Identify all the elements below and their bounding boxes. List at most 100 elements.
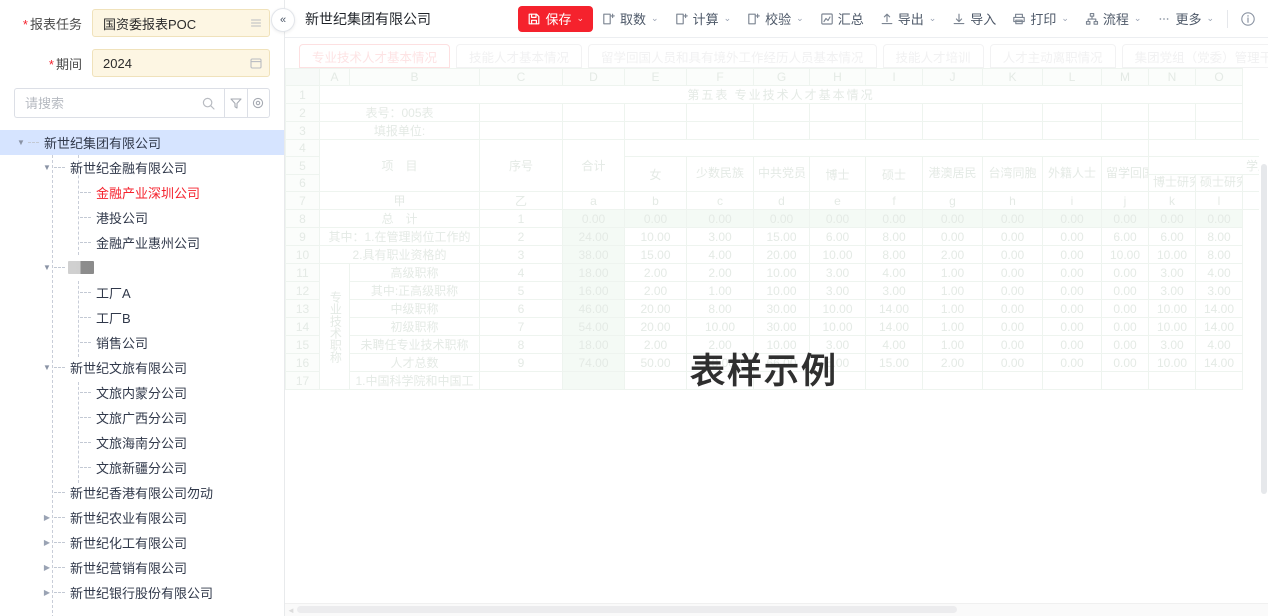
value-cell[interactable]: 2.00 — [624, 335, 687, 354]
value-cell[interactable]: 2.00 — [686, 335, 754, 354]
value-cell[interactable] — [922, 371, 983, 390]
sheet-tab[interactable]: 专业技术人才基本情况 — [299, 44, 451, 68]
item-label-cell[interactable]: 高级职称 — [349, 263, 480, 282]
value-cell[interactable]: 8.00 — [865, 245, 923, 264]
value-cell[interactable] — [809, 371, 866, 390]
item-label-cell[interactable]: 人才总数 — [349, 353, 480, 372]
grid-cell[interactable] — [1148, 103, 1196, 122]
value-cell[interactable]: 2.00 — [922, 353, 983, 372]
value-cell[interactable]: 0.00 — [1042, 245, 1102, 264]
tree-node[interactable]: 金融产业深圳公司 — [0, 180, 284, 205]
letter-cell-2[interactable]: a — [562, 191, 625, 210]
grid-cell[interactable] — [982, 103, 1043, 122]
toolbar-button-flow[interactable]: 流程 ⌄ — [1078, 6, 1149, 32]
letter-cell-11[interactable]: j — [1101, 191, 1149, 210]
grid-cell[interactable] — [624, 121, 687, 140]
column-header-L[interactable]: L — [1042, 68, 1102, 86]
value-cell[interactable]: 10.00 — [1148, 245, 1196, 264]
search-icon[interactable] — [201, 96, 216, 111]
value-cell[interactable]: 0.00 — [1042, 299, 1102, 318]
value-cell[interactable] — [982, 371, 1043, 390]
collapse-sidebar-button[interactable]: « — [271, 8, 295, 32]
value-cell[interactable]: 0.00 — [1042, 263, 1102, 282]
value-cell[interactable]: 2.00 — [922, 245, 983, 264]
column-header-O[interactable]: O — [1195, 68, 1243, 86]
chevron-right-icon[interactable] — [40, 530, 54, 555]
value-cell[interactable] — [1101, 371, 1149, 390]
value-cell[interactable]: 14.00 — [1195, 299, 1243, 318]
grid-cell[interactable] — [686, 103, 754, 122]
grid-cell[interactable] — [809, 121, 866, 140]
value-cell[interactable]: 0.00 — [982, 335, 1043, 354]
value-cell[interactable] — [624, 371, 687, 390]
value-cell[interactable]: 14.00 — [865, 317, 923, 336]
grid-cell[interactable] — [922, 121, 983, 140]
value-cell[interactable] — [1042, 371, 1102, 390]
value-cell[interactable]: 0.00 — [982, 209, 1043, 228]
value-cell[interactable]: 6.00 — [1101, 227, 1149, 246]
value-cell[interactable]: 0.00 — [809, 209, 866, 228]
tree-node[interactable]: 文旅新疆分公司 — [0, 455, 284, 480]
sheet-tab[interactable]: 集团党组（党委）管理干部 — [1121, 44, 1268, 68]
grid-cell[interactable] — [982, 121, 1043, 140]
value-cell[interactable]: 10.00 — [753, 281, 810, 300]
value-cell[interactable]: 10.00 — [1148, 299, 1196, 318]
value-cell[interactable]: 4.00 — [686, 245, 754, 264]
chevron-down-icon[interactable]: ⌄ — [929, 13, 937, 24]
letter-cell-8[interactable]: g — [922, 191, 983, 210]
tree-node[interactable]: 文旅海南分公司 — [0, 430, 284, 455]
letter-cell-last[interactable] — [1242, 191, 1259, 210]
grid-cell[interactable] — [624, 103, 687, 122]
value-cell[interactable]: 0.00 — [982, 227, 1043, 246]
column-header-N[interactable]: N — [1148, 68, 1196, 86]
value-cell[interactable]: 0.00 — [562, 209, 625, 228]
vertical-scrollbar[interactable] — [1259, 68, 1268, 616]
row-header-14[interactable]: 14 — [285, 317, 320, 336]
chevron-down-icon[interactable]: ⌄ — [796, 13, 804, 24]
value-cell[interactable]: 50.00 — [624, 353, 687, 372]
grid-cell[interactable] — [479, 121, 563, 140]
value-cell[interactable]: 15.00 — [624, 245, 687, 264]
value-cell[interactable]: 1.00 — [922, 263, 983, 282]
value-cell[interactable]: 8.00 — [1195, 245, 1243, 264]
value-cell[interactable]: 0.00 — [1195, 209, 1243, 228]
header-group-education[interactable]: 学历 — [1148, 156, 1259, 175]
value-cell[interactable]: 20.00 — [624, 299, 687, 318]
value-cell[interactable]: 0.00 — [1101, 353, 1149, 372]
toolbar-button-import[interactable]: 导入 — [945, 6, 1003, 32]
tree-node[interactable]: 销售公司 — [0, 330, 284, 355]
value-cell[interactable]: 0.00 — [1042, 281, 1102, 300]
value-cell[interactable]: 1.00 — [686, 281, 754, 300]
grid-cell[interactable] — [922, 103, 983, 122]
letter-cell-5[interactable]: d — [753, 191, 810, 210]
value-cell[interactable]: 18.00 — [562, 263, 625, 282]
item-label-cell[interactable]: 未聘任专业技术职称 — [349, 335, 480, 354]
column-header-H[interactable]: H — [809, 68, 866, 86]
row-header-3[interactable]: 3 — [285, 121, 320, 140]
value-cell[interactable]: 0.00 — [982, 317, 1043, 336]
value-cell[interactable]: 10.00 — [809, 317, 866, 336]
grid-cell[interactable] — [1195, 103, 1243, 122]
spreadsheet-grid[interactable]: A B C D E F G H I J K L M N O 1 第五表 专业技术人才基本情况 2 表号：005表 3 填… — [285, 68, 1259, 390]
letter-cell-1[interactable]: 乙 — [479, 191, 563, 210]
item-label-cell[interactable]: 其中：1.在管理岗位工作的 — [319, 227, 480, 246]
item-label-cell[interactable]: 1.中国科学院和中国工 — [349, 371, 480, 390]
seq-cell[interactable]: 3 — [479, 245, 563, 264]
value-cell[interactable]: 18.00 — [686, 353, 754, 372]
report-task-select[interactable]: 国资委报表POC — [92, 9, 270, 37]
value-cell[interactable]: 8.00 — [865, 227, 923, 246]
value-cell[interactable]: 3.00 — [1195, 281, 1243, 300]
grid-cell[interactable] — [753, 121, 810, 140]
seq-cell[interactable] — [479, 371, 563, 390]
value-cell[interactable]: 0.00 — [1042, 353, 1102, 372]
tree-node[interactable]: 新世纪金融有限公司 — [0, 155, 284, 180]
tree-node[interactable]: 新世纪香港有限公司勿动 — [0, 480, 284, 505]
letter-cell-4[interactable]: c — [686, 191, 754, 210]
settings-icon[interactable] — [246, 88, 270, 118]
chevron-down-icon[interactable] — [40, 255, 54, 280]
value-cell[interactable]: 10.00 — [624, 227, 687, 246]
letter-cell-12[interactable]: k — [1148, 191, 1196, 210]
value-cell[interactable]: 3.00 — [1148, 335, 1196, 354]
value-cell[interactable]: 6.00 — [809, 227, 866, 246]
letter-cell-9[interactable]: h — [982, 191, 1043, 210]
